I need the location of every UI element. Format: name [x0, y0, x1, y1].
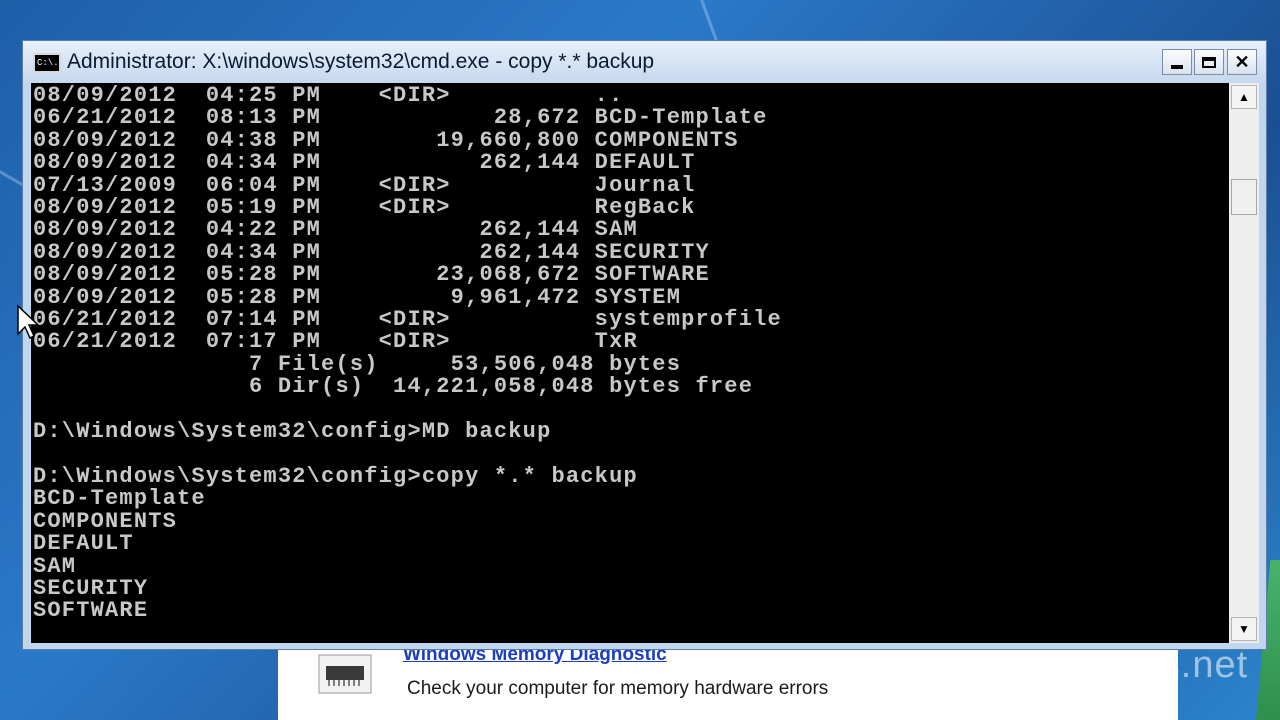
- minimize-button[interactable]: [1162, 49, 1192, 75]
- vertical-scrollbar[interactable]: ▲ ▼: [1229, 83, 1259, 643]
- maximize-icon: [1202, 56, 1216, 68]
- title-bar[interactable]: C:\. Administrator: X:\windows\system32\…: [23, 41, 1266, 83]
- console-text: 08/09/2012 04:25 PM <DIR> .. 06/21/2012 …: [33, 83, 782, 624]
- console-output[interactable]: 08/09/2012 04:25 PM <DIR> .. 06/21/2012 …: [31, 83, 1229, 643]
- scroll-up-button[interactable]: ▲: [1231, 85, 1257, 109]
- close-button[interactable]: ✕: [1227, 49, 1257, 75]
- cmd-icon[interactable]: C:\.: [33, 53, 61, 73]
- memory-chip-icon: [318, 654, 372, 694]
- scroll-thumb[interactable]: [1231, 179, 1257, 215]
- close-icon: ✕: [1234, 51, 1250, 72]
- mouse-pointer-icon: [17, 304, 40, 340]
- scroll-up-icon: ▲: [1238, 90, 1250, 104]
- scroll-down-button[interactable]: ▼: [1231, 617, 1257, 641]
- cmd-window: C:\. Administrator: X:\windows\system32\…: [22, 40, 1267, 650]
- window-title: Administrator: X:\windows\system32\cmd.e…: [67, 50, 655, 73]
- minimize-icon: [1171, 65, 1183, 69]
- watermark: AvoidErrors.net: [972, 644, 1249, 686]
- memory-diagnostic-description: Check your computer for memory hardware …: [407, 678, 829, 699]
- maximize-button[interactable]: [1194, 49, 1224, 75]
- scroll-down-icon: ▼: [1238, 622, 1250, 636]
